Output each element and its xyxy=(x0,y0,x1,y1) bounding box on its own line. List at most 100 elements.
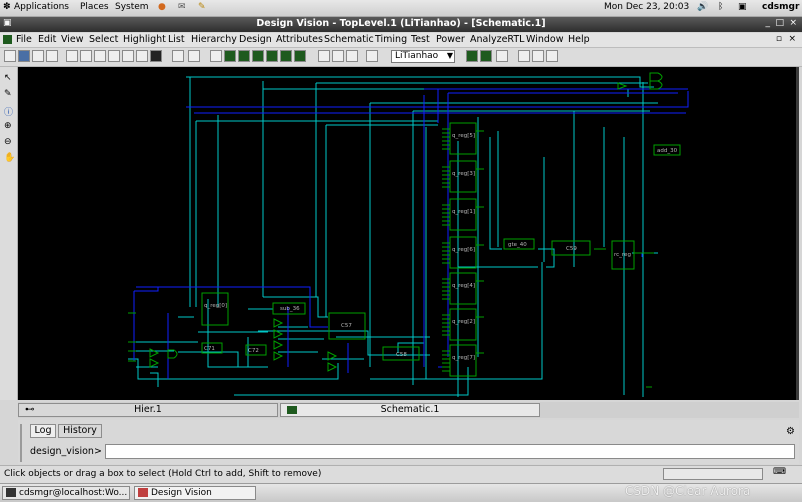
tab-log[interactable]: Log xyxy=(30,424,56,438)
hierarchy-up-icon[interactable] xyxy=(172,50,184,62)
design-select[interactable]: LiTianhao ▼ xyxy=(391,50,455,63)
close-icon[interactable]: × xyxy=(789,18,797,28)
print-icon[interactable] xyxy=(46,50,58,62)
app-icon xyxy=(3,35,12,44)
menu-attributes[interactable]: Attributes xyxy=(276,34,323,45)
menu-help[interactable]: Help xyxy=(568,34,590,45)
label-q1: q_reg[1] xyxy=(452,209,475,215)
maximize-icon[interactable]: □ xyxy=(775,18,784,28)
label-q6: q_reg[6] xyxy=(452,247,475,253)
tab-schematic[interactable]: Schematic.1 xyxy=(280,403,540,417)
menu-edit[interactable]: Edit xyxy=(38,34,56,45)
applications-menu[interactable]: Applications xyxy=(14,2,69,12)
firefox-icon[interactable]: ● xyxy=(158,2,166,12)
terminal-icon xyxy=(6,488,16,497)
menu-design[interactable]: Design xyxy=(239,34,272,45)
report-icon[interactable] xyxy=(332,50,344,62)
menu-select[interactable]: Select xyxy=(89,34,118,45)
buffer-6 xyxy=(327,362,338,372)
link-icon[interactable] xyxy=(496,50,508,62)
menu-schematic[interactable]: Schematic xyxy=(324,34,374,45)
zoom-out-tool-icon[interactable] xyxy=(94,50,106,62)
zoom-fit-icon[interactable] xyxy=(66,50,78,62)
zoom-in-tool-icon[interactable] xyxy=(80,50,92,62)
clock[interactable]: Mon Dec 23, 20:03 xyxy=(604,2,689,12)
tab-history[interactable]: History xyxy=(58,424,102,438)
pan-icon[interactable] xyxy=(122,50,134,62)
schematic-new-icon[interactable] xyxy=(238,50,250,62)
save-icon[interactable] xyxy=(32,50,44,62)
schematic-net-icon[interactable] xyxy=(280,50,292,62)
q0-cell[interactable] xyxy=(201,292,229,326)
menu-test[interactable]: Test xyxy=(411,34,430,45)
status-bar: Click objects or drag a box to select (H… xyxy=(0,465,802,483)
properties-icon[interactable] xyxy=(366,50,378,62)
hand-icon[interactable]: ✋ xyxy=(4,153,15,163)
menu-power[interactable]: Power xyxy=(436,34,465,45)
network-icon[interactable]: ▣ xyxy=(738,2,747,12)
timing-icon[interactable] xyxy=(318,50,330,62)
hierarchy-down-icon[interactable] xyxy=(188,50,200,62)
menu-window[interactable]: Window xyxy=(526,34,563,45)
menu-hierarchy[interactable]: Hierarchy xyxy=(191,34,237,45)
refresh-icon[interactable] xyxy=(136,50,148,62)
highlight-icon[interactable] xyxy=(150,50,162,62)
keyboard-icon[interactable]: ⌨ xyxy=(773,467,786,477)
schematic-path-icon[interactable] xyxy=(252,50,264,62)
buffer-3 xyxy=(273,340,284,350)
console-panel: Log History design_vision> ⚙ xyxy=(18,420,799,464)
zoom-in-icon[interactable] xyxy=(518,50,530,62)
zoom-out-side-icon[interactable]: ⊖ xyxy=(4,137,12,147)
zoom-in-side-icon[interactable]: ⊕ xyxy=(4,121,12,131)
mdi-close-icon[interactable]: × xyxy=(788,34,796,44)
label-add: add_30 xyxy=(657,148,678,154)
console-handle[interactable] xyxy=(20,424,22,462)
task-terminal[interactable]: cdsmgr@localhost:Wo... xyxy=(2,486,130,500)
menu-timing[interactable]: Timing xyxy=(375,34,407,45)
new-icon[interactable] xyxy=(4,50,16,62)
pencil-icon[interactable]: ✎ xyxy=(4,89,12,99)
info-icon[interactable]: ⓘ xyxy=(4,105,13,118)
mail-icon[interactable]: ✉ xyxy=(178,2,186,12)
volume-icon[interactable]: 🔊 xyxy=(697,2,708,12)
tab-hier[interactable]: ⊷ Hier.1 xyxy=(18,403,278,417)
tab-schematic-label: Schematic.1 xyxy=(380,404,440,415)
settings-gear-icon[interactable]: ⚙ xyxy=(786,426,795,437)
label-q2: q_reg[2] xyxy=(452,319,475,325)
label-q3: q_reg[3] xyxy=(452,171,475,177)
select-arrow-icon[interactable]: ↖ xyxy=(4,73,12,83)
zoom-out-icon[interactable] xyxy=(532,50,544,62)
open-icon[interactable] xyxy=(18,50,30,62)
menu-file[interactable]: File xyxy=(16,34,32,45)
menu-highlight[interactable]: Highlight xyxy=(123,34,166,45)
bluetooth-icon[interactable]: ᛒ xyxy=(718,2,723,12)
schematic-view-icon[interactable] xyxy=(224,50,236,62)
histogram-icon[interactable] xyxy=(346,50,358,62)
menu-view[interactable]: View xyxy=(61,34,84,45)
menu-list[interactable]: List xyxy=(168,34,185,45)
minimize-icon[interactable]: _ xyxy=(766,18,771,28)
zoom-reset-icon[interactable] xyxy=(546,50,558,62)
schematic-cell-icon[interactable] xyxy=(266,50,278,62)
hier-icon: ⊷ xyxy=(25,404,35,415)
command-input[interactable] xyxy=(105,444,795,459)
label-gte: gte_40 xyxy=(508,242,527,248)
task-design-vision[interactable]: Design Vision xyxy=(134,486,256,500)
create-symbol-icon[interactable] xyxy=(466,50,478,62)
schematic-canvas[interactable]: add_30 q_reg[5] q_reg[3] q_reg[1] q_reg[… xyxy=(18,67,799,400)
gnome-foot-icon[interactable]: ✽ xyxy=(3,2,11,12)
schematic-pin-icon[interactable] xyxy=(294,50,306,62)
label-rc: rc_reg xyxy=(614,252,631,258)
create-schematic-icon[interactable] xyxy=(480,50,492,62)
menu-analyzertl[interactable]: AnalyzeRTL xyxy=(470,34,524,45)
chevron-down-icon[interactable]: ▼ xyxy=(447,51,453,60)
label-c72: C72 xyxy=(248,348,259,354)
canvas-scrollbar[interactable] xyxy=(796,67,799,400)
system-menu[interactable]: System xyxy=(115,2,149,12)
user-name[interactable]: cdsmgr xyxy=(762,2,799,12)
restore-icon[interactable]: ▫ xyxy=(776,34,782,44)
notes-icon[interactable]: ✎ xyxy=(198,2,206,12)
symbol-view-icon[interactable] xyxy=(210,50,222,62)
places-menu[interactable]: Places xyxy=(80,2,109,12)
zoom-area-icon[interactable] xyxy=(108,50,120,62)
